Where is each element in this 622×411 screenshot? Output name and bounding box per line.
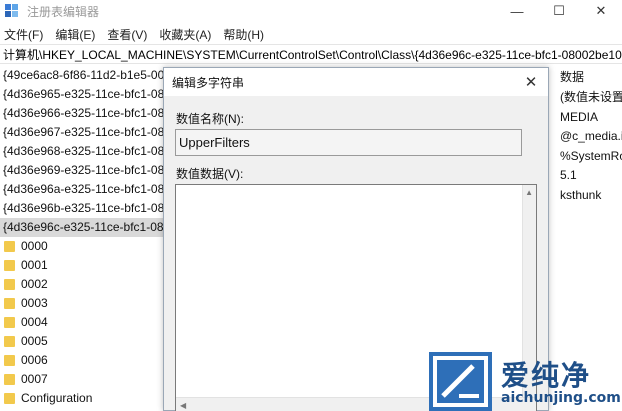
value-name-field[interactable]: UpperFilters (175, 129, 522, 156)
vertical-scrollbar[interactable]: ▲ (522, 185, 536, 411)
folder-icon (4, 298, 15, 309)
tree-key[interactable]: {4d36e968-e325-11ce-bfc1-08002be10318} (0, 142, 166, 161)
folder-icon (4, 260, 15, 271)
data-value[interactable]: (数值未设置) (560, 88, 622, 108)
menu-file[interactable]: 文件(F) (4, 26, 43, 43)
tree-subkey[interactable]: 0005 (0, 332, 166, 351)
tree-subkey-label: 0006 (21, 353, 48, 367)
tree-key[interactable]: {4d36e969-e325-11ce-bfc1-08002be10318} (0, 161, 166, 180)
tree-subkey-label: Configuration (21, 391, 93, 405)
scroll-left-icon[interactable]: ◀ (180, 401, 186, 410)
folder-icon (4, 374, 15, 385)
folder-icon (4, 393, 15, 404)
data-value[interactable]: %SystemRoot% (560, 147, 622, 167)
dialog-title-bar: 编辑多字符串 ✕ (164, 68, 548, 96)
tree-subkey-label: 0004 (21, 315, 48, 329)
dialog-close-button[interactable]: ✕ (520, 71, 542, 93)
scroll-up-icon[interactable]: ▲ (525, 188, 533, 197)
tree-subkey-label: 0007 (21, 372, 48, 386)
edit-multi-string-dialog: 编辑多字符串 ✕ 数值名称(N): UpperFilters 数值数据(V): … (163, 67, 549, 411)
tree-subkey-label: 0002 (21, 277, 48, 291)
tree-key[interactable]: {4d36e96b-e325-11ce-bfc1-08002be10318} (0, 199, 166, 218)
address-path: 计算机\HKEY_LOCAL_MACHINE\SYSTEM\CurrentCon… (3, 47, 622, 62)
tree-key-selected[interactable]: {4d36e96c-e325-11ce-bfc1-08002be10318} (0, 218, 166, 237)
menu-bar: 文件(F) 编辑(E) 查看(V) 收藏夹(A) 帮助(H) (0, 24, 622, 44)
menu-view[interactable]: 查看(V) (107, 26, 147, 43)
menu-favorites[interactable]: 收藏夹(A) (159, 26, 211, 43)
tree-subkey-label: 0000 (21, 239, 48, 253)
minimize-button[interactable]: — (496, 0, 538, 22)
tree-key[interactable]: {4d36e96a-e325-11ce-bfc1-08002be10318} (0, 180, 166, 199)
folder-icon (4, 355, 15, 366)
tree-subkey-label: 0001 (21, 258, 48, 272)
dialog-title: 编辑多字符串 (172, 75, 245, 90)
folder-icon (4, 336, 15, 347)
close-button[interactable]: ✕ (580, 0, 622, 22)
key-tree: {49ce6ac8-6f86-11d2-b1e5-0080c72e74a2} {… (0, 66, 166, 411)
horizontal-scrollbar[interactable]: ◀ (176, 397, 536, 411)
tree-subkey-label: 0003 (21, 296, 48, 310)
tree-key[interactable]: {4d36e966-e325-11ce-bfc1-08002be10318} (0, 104, 166, 123)
value-data-label: 数值数据(V): (176, 167, 244, 181)
data-value[interactable]: ksthunk (560, 186, 622, 206)
values-pane: 数据 (数值未设置) MEDIA @c_media.inf %SystemRoo… (555, 66, 622, 411)
tree-subkey-label: 0005 (21, 334, 48, 348)
registry-editor-icon (5, 4, 19, 18)
maximize-button[interactable]: ☐ (538, 0, 580, 22)
value-data-textarea[interactable]: ▲ ◀ (175, 184, 537, 411)
data-value[interactable]: @c_media.inf (560, 127, 622, 147)
menu-edit[interactable]: 编辑(E) (55, 26, 95, 43)
tree-subkey[interactable]: 0002 (0, 275, 166, 294)
folder-icon (4, 241, 15, 252)
data-value[interactable]: 5.1 (560, 166, 622, 186)
folder-icon (4, 279, 15, 290)
tree-key[interactable]: {4d36e965-e325-11ce-bfc1-08002be10318} (0, 85, 166, 104)
tree-subkey[interactable]: 0007 (0, 370, 166, 389)
window-title: 注册表编辑器 (27, 4, 100, 19)
folder-icon (4, 317, 15, 328)
tree-subkey[interactable]: Configuration (0, 389, 166, 408)
tree-key[interactable]: {4d36e967-e325-11ce-bfc1-08002be10318} (0, 123, 166, 142)
tree-key[interactable]: {49ce6ac8-6f86-11d2-b1e5-0080c72e74a2} (0, 66, 166, 85)
tree-subkey[interactable]: 0000 (0, 237, 166, 256)
title-bar: 注册表编辑器 — ☐ ✕ (0, 0, 622, 22)
tree-subkey[interactable]: 0006 (0, 351, 166, 370)
menu-help[interactable]: 帮助(H) (223, 26, 264, 43)
tree-subkey[interactable]: 0004 (0, 313, 166, 332)
address-bar[interactable]: 计算机\HKEY_LOCAL_MACHINE\SYSTEM\CurrentCon… (0, 44, 622, 64)
tree-subkey[interactable]: 0003 (0, 294, 166, 313)
data-column-header[interactable]: 数据 (560, 66, 622, 88)
value-name-label: 数值名称(N): (176, 112, 244, 126)
tree-subkey[interactable]: 0001 (0, 256, 166, 275)
data-value[interactable]: MEDIA (560, 108, 622, 128)
